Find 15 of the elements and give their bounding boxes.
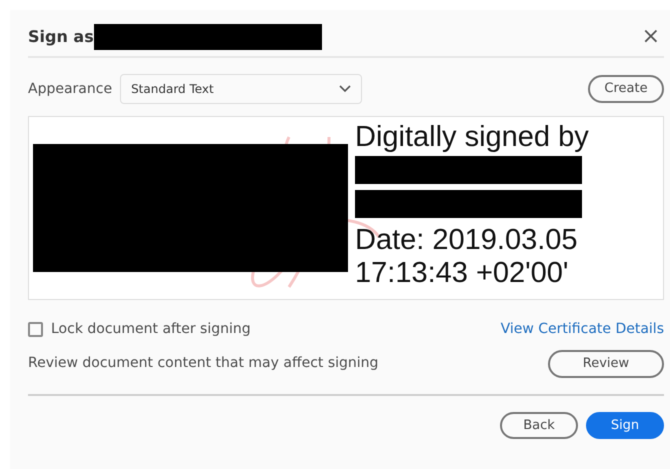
signer-heading: Digitally signed by (355, 121, 589, 154)
view-certificate-link[interactable]: View Certificate Details (500, 318, 664, 340)
chevron-down-icon (339, 85, 352, 93)
signature-date: Date: 2019.03.05 (355, 224, 579, 257)
create-button[interactable]: Create (588, 75, 664, 103)
close-button[interactable]: × (638, 26, 664, 48)
lock-checkbox[interactable]: Lock document after signing (28, 318, 251, 340)
back-button[interactable]: Back (500, 412, 578, 439)
dialog-title: Sign as (28, 26, 94, 48)
review-button[interactable]: Review (548, 350, 664, 378)
sign-button[interactable]: Sign (586, 412, 664, 439)
appearance-label: Appearance (28, 80, 112, 98)
signature-date: 17:13:43 +02'00' (355, 257, 570, 290)
appearance-dropdown[interactable]: Standard Text (120, 74, 362, 104)
review-text: Review document content that may affect signing (28, 354, 378, 374)
